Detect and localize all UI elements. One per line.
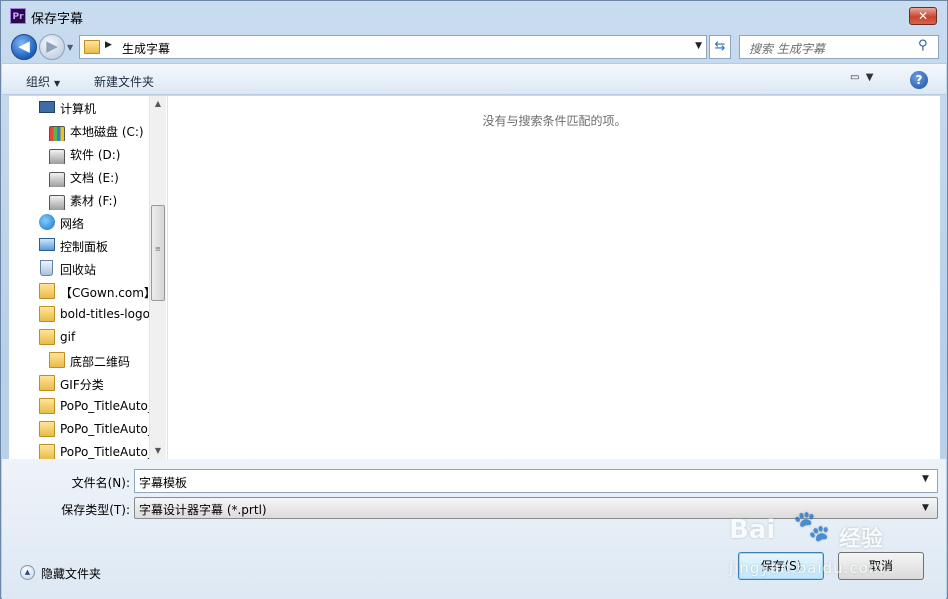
folder-icon [39, 306, 55, 322]
address-dropdown-icon[interactable]: ▼ [695, 41, 702, 51]
command-bar: 组织 ▼ 新建文件夹 ▭ ▼ ? [2, 63, 946, 95]
sidebar-item-drive-e[interactable]: 文档 (E:) [9, 165, 149, 187]
navigation-pane: 计算机 本地磁盘 (C:) 软件 (D:) 文档 (E:) 素材 (F:) 网络… [9, 96, 167, 459]
windows-drive-icon [49, 126, 65, 141]
dialog-title: 保存字幕 [31, 12, 84, 27]
filetype-dropdown-icon[interactable]: ▼ [922, 503, 929, 513]
sidebar-item-label: 文档 (E:) [70, 171, 119, 185]
save-dialog: Pr 保存字幕 ✕ ◀ ▶ ▼ ▶ 生成字幕 ▼ ⇆ 搜索 生成字幕 ⚲ 组织 ▼… [0, 0, 948, 599]
empty-results-message: 没有与搜索条件匹配的项。 [482, 114, 627, 128]
sidebar-item-label: 网络 [60, 217, 85, 231]
premiere-app-icon: Pr [10, 8, 26, 24]
history-dropdown-icon[interactable]: ▼ [67, 43, 77, 53]
filename-input[interactable]: 字幕模板 [134, 469, 938, 493]
sidebar-item-label: 底部二维码 [70, 355, 131, 369]
drive-icon [49, 172, 65, 187]
network-icon [39, 214, 55, 230]
chevron-down-icon: ▼ [54, 79, 61, 88]
sidebar-item-label: PoPo_TitleAuto_ [60, 445, 149, 459]
sidebar-item-label: 【CGown.com】 [60, 286, 149, 300]
folder-icon [39, 444, 55, 459]
sidebar-item-computer[interactable]: 计算机 [9, 96, 149, 118]
drive-icon [49, 195, 65, 210]
sidebar-item-drive-d[interactable]: 软件 (D:) [9, 142, 149, 164]
breadcrumb-arrow-icon[interactable]: ▶ [105, 40, 112, 50]
organize-label: 组织 [26, 75, 51, 89]
address-bar[interactable]: ▶ 生成字幕 ▼ [79, 35, 707, 59]
title-bar: Pr 保存字幕 ✕ [1, 1, 947, 31]
sidebar-item-folder[interactable]: PoPo_TitleAuto_ [9, 395, 149, 417]
scroll-down-icon[interactable]: ▼ [150, 443, 166, 459]
sidebar-item-control-panel[interactable]: 控制面板 [9, 234, 149, 256]
folder-icon [84, 40, 100, 54]
close-button[interactable]: ✕ [909, 7, 937, 25]
scroll-thumb[interactable]: ≡ [151, 205, 165, 301]
folder-icon [49, 352, 65, 368]
folder-icon [39, 329, 55, 345]
back-button[interactable]: ◀ [11, 34, 37, 60]
help-icon[interactable]: ? [910, 71, 928, 89]
refresh-icon[interactable]: ⇆ [709, 35, 731, 59]
grip-icon: ≡ [155, 245, 161, 253]
sidebar-item-label: 软件 (D:) [70, 148, 121, 162]
control-panel-icon [39, 238, 55, 251]
sidebar-item-label: 控制面板 [60, 240, 109, 254]
sidebar-item-drive-c[interactable]: 本地磁盘 (C:) [9, 119, 149, 141]
sidebar-item-folder[interactable]: gif [9, 326, 149, 348]
filename-label: 文件名(N): [71, 476, 130, 490]
navigation-scrollbar[interactable]: ▲ ≡ ▼ [149, 96, 166, 459]
search-icon[interactable]: ⚲ [918, 38, 934, 54]
save-button[interactable]: 保存(S) [738, 552, 824, 580]
save-options-panel: 文件名(N): 字幕模板 ▼ 保存类型(T): 字幕设计器字幕 (*.prtl)… [2, 459, 946, 599]
folder-icon [39, 283, 55, 299]
folder-icon [39, 375, 55, 391]
sidebar-item-folder[interactable]: bold-titles-logo [9, 303, 149, 325]
sidebar-item-label: 回收站 [60, 263, 97, 277]
sidebar-item-label: PoPo_TitleAuto_ [60, 399, 149, 413]
hide-folders-label: 隐藏文件夹 [41, 567, 102, 581]
computer-icon [39, 101, 55, 113]
folder-icon [39, 398, 55, 414]
sidebar-item-label: PoPo_TitleAuto_ [60, 422, 149, 436]
recycle-bin-icon [40, 260, 53, 276]
scroll-up-icon[interactable]: ▲ [150, 96, 166, 112]
cancel-button[interactable]: 取消 [838, 552, 924, 580]
sidebar-item-folder[interactable]: GIF分类 [9, 372, 149, 394]
sidebar-item-network[interactable]: 网络 [9, 211, 149, 233]
breadcrumb-current-folder[interactable]: 生成字幕 [122, 40, 170, 57]
sidebar-item-label: 计算机 [60, 102, 97, 116]
sidebar-item-recycle-bin[interactable]: 回收站 [9, 257, 149, 279]
sidebar-item-folder[interactable]: 底部二维码 [9, 349, 149, 371]
forward-button[interactable]: ▶ [39, 34, 65, 60]
sidebar-item-folder[interactable]: PoPo_TitleAuto_ [9, 441, 149, 459]
sidebar-item-label: 本地磁盘 (C:) [70, 125, 144, 139]
chevron-up-icon: ▲ [20, 565, 35, 580]
organize-menu[interactable]: 组织 ▼ [26, 73, 60, 90]
filename-dropdown-icon[interactable]: ▼ [922, 474, 929, 484]
drive-icon [49, 149, 65, 164]
view-options-icon[interactable]: ▭ ▼ [850, 72, 890, 88]
search-box[interactable]: 搜索 生成字幕 ⚲ [739, 35, 939, 59]
folder-icon [39, 421, 55, 437]
new-folder-button[interactable]: 新建文件夹 [94, 73, 154, 90]
sidebar-item-label: 素材 (F:) [70, 194, 118, 208]
sidebar-item-label: GIF分类 [60, 378, 104, 392]
sidebar-item-folder[interactable]: PoPo_TitleAuto_ [9, 418, 149, 440]
file-list-pane[interactable]: 没有与搜索条件匹配的项。 [167, 96, 940, 459]
sidebar-item-label: bold-titles-logo [60, 307, 149, 321]
filetype-label: 保存类型(T): [61, 503, 130, 517]
sidebar-item-folder[interactable]: 【CGown.com】 [9, 280, 149, 302]
search-placeholder: 搜索 生成字幕 [749, 42, 825, 56]
sidebar-item-label: gif [60, 330, 76, 344]
filetype-select[interactable]: 字幕设计器字幕 (*.prtl) [134, 497, 938, 519]
navigation-bar: ◀ ▶ ▼ ▶ 生成字幕 ▼ ⇆ 搜索 生成字幕 ⚲ [1, 31, 947, 61]
sidebar-item-drive-f[interactable]: 素材 (F:) [9, 188, 149, 210]
